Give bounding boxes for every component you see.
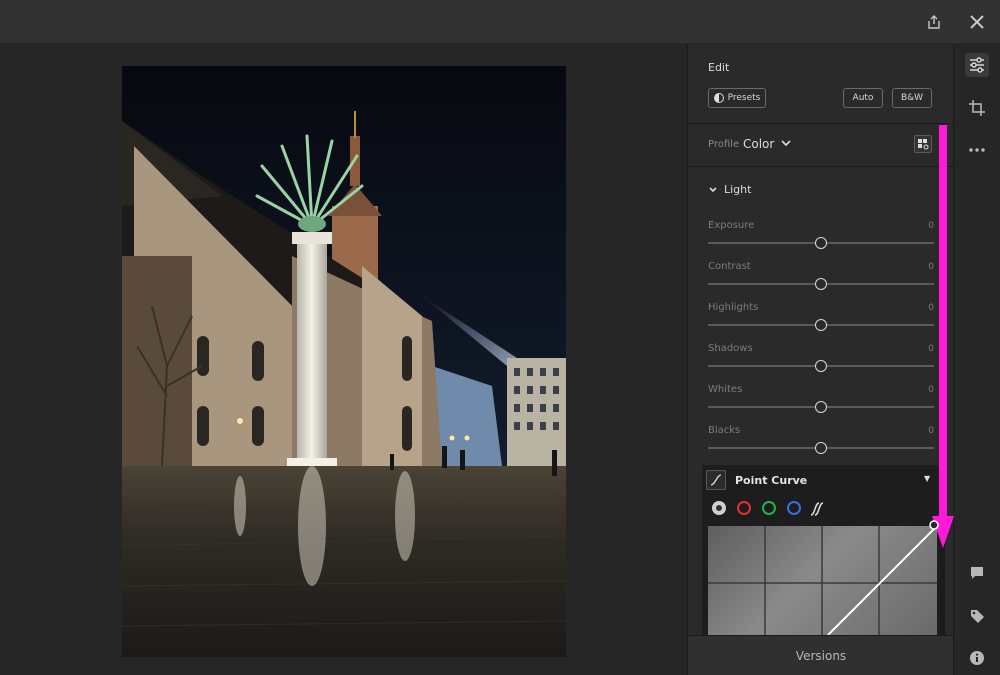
tag-icon[interactable] (965, 604, 989, 628)
channel-green[interactable] (762, 501, 776, 515)
point-curve-section: Point Curve ▼ (702, 465, 940, 635)
slider-thumb[interactable] (815, 442, 827, 454)
curve-graph[interactable] (708, 526, 937, 635)
slider-label: Highlights (708, 302, 759, 313)
dot-icon (716, 505, 722, 511)
slider-thumb[interactable] (815, 319, 827, 331)
versions-button[interactable]: Versions (688, 635, 954, 675)
slider-thumb[interactable] (815, 401, 827, 413)
edit-panel: Edit Presets Auto B&W Profile Color Ligh… (687, 44, 954, 675)
edit-sliders-icon[interactable] (965, 53, 989, 77)
slider-value[interactable]: 0 (924, 426, 934, 436)
presets-icon (713, 93, 724, 103)
light-section-label: Light (724, 183, 752, 196)
panel-title: Edit (708, 61, 730, 74)
slider-thumb[interactable] (815, 237, 827, 249)
divider (688, 166, 954, 167)
slider-value[interactable]: 0 (924, 221, 934, 231)
slider-label: Whites (708, 384, 743, 395)
photo-canvas (0, 44, 687, 675)
auto-label: Auto (852, 93, 874, 103)
panel-scrollbar[interactable] (940, 124, 945, 635)
curve-icon[interactable] (706, 470, 726, 490)
slider-value[interactable]: 0 (924, 385, 934, 395)
info-icon[interactable] (965, 646, 989, 670)
slider-label: Contrast (708, 261, 751, 272)
slider-value[interactable]: 0 (924, 262, 934, 272)
chevron-down-icon (709, 186, 717, 192)
slider-label: Shadows (708, 343, 753, 354)
channel-red[interactable] (737, 501, 751, 515)
lightroom-app: Edit Presets Auto B&W Profile Color Ligh… (0, 0, 1000, 675)
auto-button[interactable]: Auto (843, 88, 883, 108)
channel-blue[interactable] (787, 501, 801, 515)
parametric-curve-icon[interactable] (809, 501, 824, 516)
caret-down-icon[interactable]: ▼ (924, 474, 930, 483)
slider-thumb[interactable] (815, 360, 827, 372)
photo-preview[interactable] (122, 66, 566, 657)
right-toolbar (953, 44, 1000, 675)
slider-value[interactable]: 0 (924, 344, 934, 354)
point-curve-title: Point Curve (735, 474, 808, 487)
crop-icon[interactable] (965, 96, 989, 120)
more-icon[interactable] (965, 138, 989, 162)
divider (688, 123, 954, 124)
presets-button[interactable]: Presets (708, 88, 766, 108)
bw-label: B&W (900, 93, 924, 103)
comment-icon[interactable] (965, 561, 989, 585)
slider-label: Exposure (708, 220, 755, 231)
profile-value[interactable]: Color (743, 137, 774, 151)
bw-button[interactable]: B&W (892, 88, 932, 108)
profile-label: Profile (708, 139, 740, 150)
share-icon[interactable] (923, 11, 945, 33)
slider-label: Blacks (708, 425, 741, 436)
light-section-header[interactable]: Light (708, 183, 751, 196)
slider-value[interactable]: 0 (924, 303, 934, 313)
presets-label: Presets (727, 93, 761, 103)
close-icon[interactable] (966, 11, 988, 33)
versions-label: Versions (795, 648, 847, 663)
top-bar (0, 0, 1000, 44)
channel-rgb[interactable] (712, 501, 726, 515)
profile-browser-icon[interactable] (914, 135, 932, 153)
slider-thumb[interactable] (815, 278, 827, 290)
chevron-down-icon[interactable] (780, 137, 792, 152)
